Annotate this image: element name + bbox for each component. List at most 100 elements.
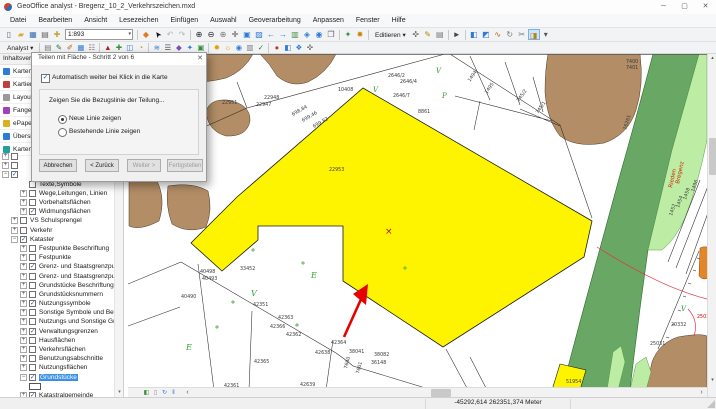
- layer-row[interactable]: +✓Widmungsflächen: [0, 207, 114, 216]
- layer-checkbox[interactable]: [20, 227, 27, 234]
- create-features-icon[interactable]: ◧: [468, 29, 480, 40]
- scale-combo[interactable]: 1:893▾: [65, 29, 133, 40]
- analyst-toolbar-icon[interactable]: ✓: [255, 42, 266, 53]
- expander-icon[interactable]: +: [20, 199, 27, 206]
- layer-row[interactable]: +Grenz- und Staatsgrenzpunk: [0, 271, 114, 280]
- layer-checkbox[interactable]: [29, 199, 36, 206]
- scroll-down-icon[interactable]: ▾: [115, 388, 124, 397]
- layer-row[interactable]: +✓Grenz- und Staatsgrenzpunk: [0, 262, 114, 271]
- fertigstellen-button[interactable]: Fertigstellen: [167, 159, 203, 172]
- layer-row[interactable]: +Nutzungsflächen: [0, 363, 114, 372]
- active-edit-tool-icon[interactable]: ◨: [528, 29, 540, 40]
- rotate-icon[interactable]: ↻: [504, 29, 516, 40]
- layer-checkbox[interactable]: [29, 318, 36, 325]
- analyst-toolbar-icon[interactable]: ☼: [222, 42, 233, 53]
- menu-item-datei[interactable]: Datei: [4, 17, 32, 24]
- resize-grip[interactable]: [707, 400, 715, 408]
- attributes-icon[interactable]: ▤: [434, 29, 446, 40]
- new-document-icon[interactable]: ▯: [3, 29, 15, 40]
- expander-icon[interactable]: +: [20, 263, 27, 270]
- layer-row[interactable]: +VS Schulsprengel: [0, 216, 114, 225]
- menu-item-geoverarbeitung[interactable]: Geoverarbeitung: [243, 17, 307, 24]
- expander-icon[interactable]: +: [20, 337, 27, 344]
- open-folder-icon[interactable]: ▰: [15, 29, 27, 40]
- layer-row[interactable]: +Sonstige Symbole und Besch: [0, 308, 114, 317]
- menu-item-lesezeichen[interactable]: Lesezeichen: [113, 17, 164, 24]
- layer-row[interactable]: +✓Verwaltungsgrenzen: [0, 327, 114, 336]
- full-extent-icon[interactable]: ▣: [241, 29, 253, 40]
- layer-checkbox[interactable]: [29, 355, 36, 362]
- layer-checkbox[interactable]: [29, 245, 36, 252]
- expander-icon[interactable]: +: [11, 227, 18, 234]
- layer-row[interactable]: +Grundstücksnummern: [0, 290, 114, 299]
- analyst-toolbar-icon[interactable]: ❖: [293, 42, 304, 53]
- layer-checkbox[interactable]: [29, 273, 36, 280]
- expander-icon[interactable]: +: [20, 245, 27, 252]
- menu-item-einfügen[interactable]: Einfügen: [164, 17, 204, 24]
- layer-checkbox[interactable]: [29, 291, 36, 298]
- editieren-menu[interactable]: Editieren ▾: [371, 31, 410, 39]
- expander-icon[interactable]: +: [2, 153, 9, 160]
- layer-row[interactable]: +Hausflächen: [0, 336, 114, 345]
- add-data-icon[interactable]: ✚: [51, 29, 63, 40]
- layer-checkbox[interactable]: [11, 162, 18, 169]
- pan-icon[interactable]: ✛: [229, 29, 241, 40]
- layer-checkbox[interactable]: ✓: [29, 374, 36, 381]
- expander-icon[interactable]: +: [20, 328, 27, 335]
- expander-icon[interactable]: +: [20, 190, 27, 197]
- layer-checkbox[interactable]: [11, 153, 18, 160]
- expander-icon[interactable]: +: [20, 309, 27, 316]
- zoom-selection-icon[interactable]: ▨: [253, 29, 265, 40]
- layer-checkbox[interactable]: ✓: [29, 263, 36, 270]
- zoom-out-icon[interactable]: ⊖: [205, 29, 217, 40]
- pencil-icon[interactable]: ✎: [422, 29, 434, 40]
- layer-checkbox[interactable]: [29, 337, 36, 344]
- layer-checkbox[interactable]: ✓: [29, 328, 36, 335]
- v-scroll-thumb[interactable]: [709, 138, 716, 175]
- auto-weiter-checkbox[interactable]: ✓: [41, 74, 50, 83]
- expander-icon[interactable]: −: [2, 171, 9, 178]
- analyst-toolbar-icon[interactable]: ✹: [211, 42, 222, 53]
- close-button[interactable]: ✕: [695, 0, 716, 14]
- cut-polygons-icon[interactable]: ◩: [480, 29, 492, 40]
- expander-icon[interactable]: +: [20, 291, 27, 298]
- more-tools-icon[interactable]: ▾: [540, 29, 552, 40]
- layer-checkbox[interactable]: ✓: [11, 171, 18, 178]
- layer-row[interactable]: +Verkehr: [0, 226, 114, 235]
- expander-icon[interactable]: +: [20, 273, 27, 280]
- viewer-window-icon[interactable]: ❒: [325, 29, 337, 40]
- menu-item-hilfe[interactable]: Hilfe: [386, 17, 412, 24]
- zoom-in-icon[interactable]: ⊕: [193, 29, 205, 40]
- close-icon[interactable]: ✕: [197, 54, 203, 62]
- maximize-button[interactable]: ▢: [674, 0, 695, 14]
- expander-icon[interactable]: +: [20, 364, 27, 371]
- analyst-toolbar-icon[interactable]: ◧: [282, 42, 293, 53]
- back-icon[interactable]: ←: [265, 29, 277, 40]
- print-icon[interactable]: ▤: [39, 29, 51, 40]
- expander-icon[interactable]: +: [20, 208, 27, 215]
- layer-checkbox[interactable]: [20, 217, 27, 224]
- map-view[interactable]: 22951229482294722953104088861698,84699,4…: [128, 54, 707, 397]
- pause-drawing-button[interactable]: ‖: [169, 389, 178, 397]
- snapping-icon[interactable]: ✜: [410, 29, 422, 40]
- neue-linie-radio[interactable]: [58, 115, 67, 124]
- legend-swatch-row[interactable]: [0, 382, 114, 391]
- layer-checkbox[interactable]: [29, 190, 36, 197]
- identify-icon[interactable]: ◈: [301, 29, 313, 40]
- menu-item-bearbeiten[interactable]: Bearbeiten: [32, 17, 78, 24]
- expander-icon[interactable]: +: [11, 217, 18, 224]
- minimize-button[interactable]: ─: [653, 0, 674, 14]
- abbrechen-button[interactable]: Abbrechen: [39, 159, 77, 172]
- layer-checkbox[interactable]: [29, 309, 36, 316]
- menu-item-auswahl[interactable]: Auswahl: [204, 17, 242, 24]
- expander-icon[interactable]: +: [20, 355, 27, 362]
- expander-icon[interactable]: +: [20, 318, 27, 325]
- layer-checkbox[interactable]: ✓: [20, 236, 27, 243]
- layout-view-button[interactable]: ▯: [151, 389, 160, 397]
- scroll-up-icon[interactable]: ▴: [708, 54, 716, 63]
- layer-row[interactable]: −✓Grundstücke: [0, 373, 114, 382]
- sketch-tool-icon[interactable]: ✦: [342, 29, 354, 40]
- expander-icon[interactable]: +: [20, 346, 27, 353]
- expander-icon[interactable]: +: [20, 254, 27, 261]
- analyst-menu[interactable]: Analyst ▾: [3, 44, 37, 52]
